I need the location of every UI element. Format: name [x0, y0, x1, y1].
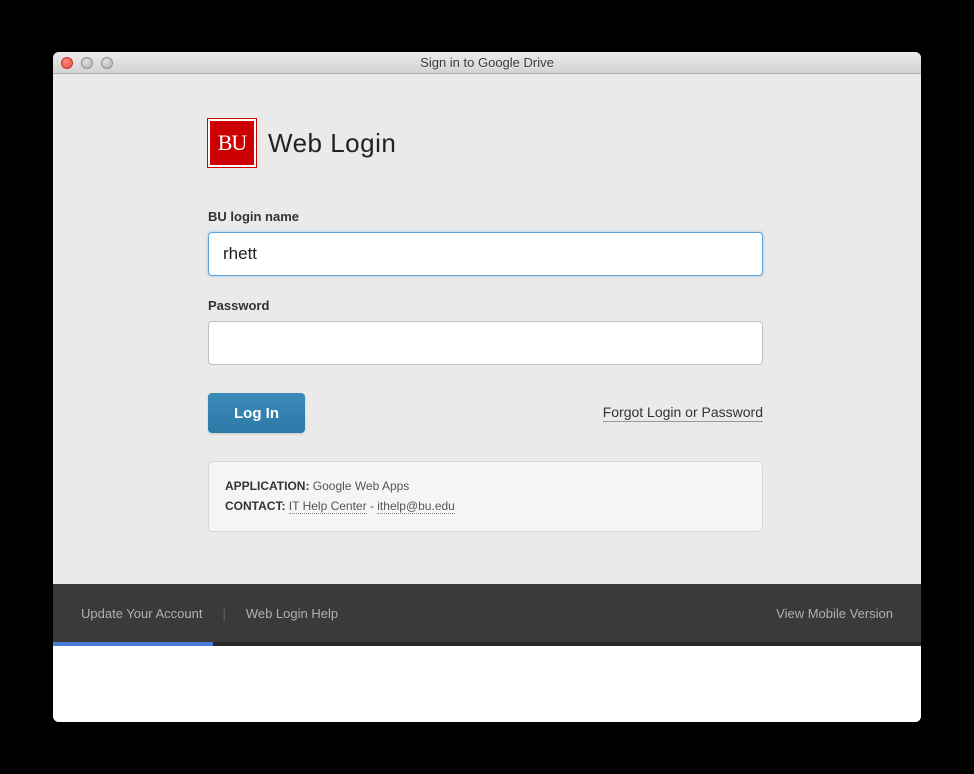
password-field-group: Password — [208, 298, 763, 365]
username-label: BU login name — [208, 209, 763, 224]
progress-area — [53, 642, 921, 722]
header-row: BU Web Login — [208, 119, 763, 167]
web-login-help-link[interactable]: Web Login Help — [246, 606, 338, 621]
content-area: BU Web Login BU login name Password Log … — [53, 74, 921, 722]
bu-logo-icon: BU — [208, 119, 256, 167]
info-app-value: Google Web Apps — [313, 479, 410, 493]
info-contact-row: CONTACT: IT Help Center - ithelp@bu.edu — [225, 496, 746, 516]
footer-left: Update Your Account | Web Login Help — [81, 606, 338, 621]
main-panel: BU Web Login BU login name Password Log … — [53, 74, 921, 584]
minimize-window-button[interactable] — [81, 57, 93, 69]
close-window-button[interactable] — [61, 57, 73, 69]
info-contact-email[interactable]: ithelp@bu.edu — [377, 499, 455, 514]
info-app-label: APPLICATION: — [225, 479, 309, 493]
info-application-row: APPLICATION: Google Web Apps — [225, 476, 746, 496]
username-field-group: BU login name — [208, 209, 763, 276]
progress-bar — [53, 642, 213, 646]
page-title: Web Login — [268, 128, 396, 159]
view-mobile-version-link[interactable]: View Mobile Version — [776, 606, 893, 621]
password-input[interactable] — [208, 321, 763, 365]
login-form: BU Web Login BU login name Password Log … — [208, 119, 763, 532]
window-title: Sign in to Google Drive — [53, 55, 921, 70]
footer-divider: | — [222, 606, 225, 621]
info-contact-label: CONTACT: — [225, 499, 285, 513]
update-account-link[interactable]: Update Your Account — [81, 606, 202, 621]
footer-bar: Update Your Account | Web Login Help Vie… — [53, 584, 921, 642]
info-contact-sep: - — [367, 499, 378, 513]
window-controls — [53, 57, 113, 69]
application-info-box: APPLICATION: Google Web Apps CONTACT: IT… — [208, 461, 763, 532]
info-contact-link[interactable]: IT Help Center — [289, 499, 367, 514]
action-row: Log In Forgot Login or Password — [208, 393, 763, 433]
window-titlebar: Sign in to Google Drive — [53, 52, 921, 74]
app-window: Sign in to Google Drive BU Web Login BU … — [53, 52, 921, 722]
forgot-password-link[interactable]: Forgot Login or Password — [603, 404, 763, 422]
login-button[interactable]: Log In — [208, 393, 305, 433]
maximize-window-button[interactable] — [101, 57, 113, 69]
password-label: Password — [208, 298, 763, 313]
username-input[interactable] — [208, 232, 763, 276]
